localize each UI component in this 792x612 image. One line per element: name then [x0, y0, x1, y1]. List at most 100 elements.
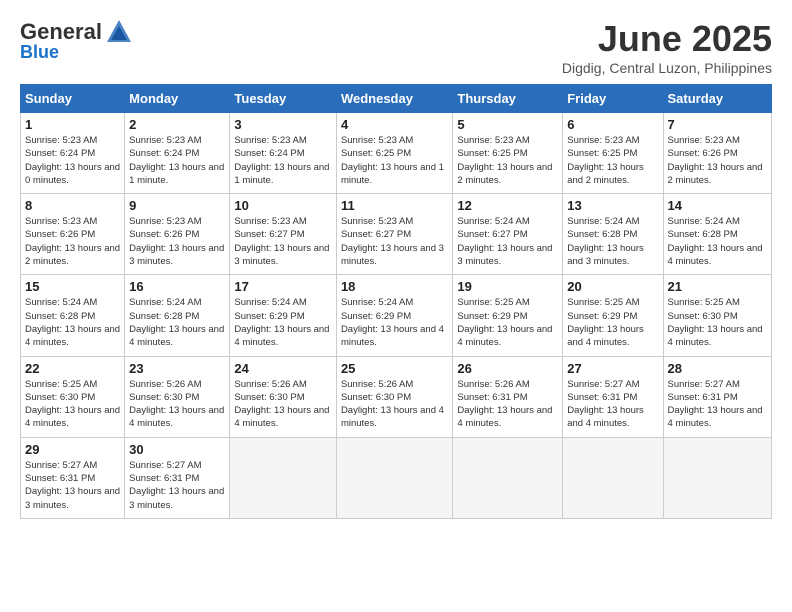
cell-info: Sunrise: 5:23 AM Sunset: 6:24 PM Dayligh…: [234, 135, 329, 186]
cell-date: 4: [341, 117, 448, 132]
cell-info: Sunrise: 5:24 AM Sunset: 6:29 PM Dayligh…: [341, 297, 444, 348]
cell-info: Sunrise: 5:27 AM Sunset: 6:31 PM Dayligh…: [129, 460, 224, 511]
cell-date: 11: [341, 198, 448, 213]
cell-info: Sunrise: 5:26 AM Sunset: 6:30 PM Dayligh…: [234, 379, 329, 430]
table-row: 26 Sunrise: 5:26 AM Sunset: 6:31 PM Dayl…: [453, 356, 563, 437]
table-row: 9 Sunrise: 5:23 AM Sunset: 6:26 PM Dayli…: [125, 194, 230, 275]
table-row: [563, 437, 663, 518]
table-row: 27 Sunrise: 5:27 AM Sunset: 6:31 PM Dayl…: [563, 356, 663, 437]
table-row: 3 Sunrise: 5:23 AM Sunset: 6:24 PM Dayli…: [230, 113, 337, 194]
table-row: 20 Sunrise: 5:25 AM Sunset: 6:29 PM Dayl…: [563, 275, 663, 356]
table-row: 10 Sunrise: 5:23 AM Sunset: 6:27 PM Dayl…: [230, 194, 337, 275]
cell-info: Sunrise: 5:26 AM Sunset: 6:30 PM Dayligh…: [341, 379, 444, 430]
cell-info: Sunrise: 5:23 AM Sunset: 6:25 PM Dayligh…: [341, 135, 444, 186]
table-row: 17 Sunrise: 5:24 AM Sunset: 6:29 PM Dayl…: [230, 275, 337, 356]
cell-date: 18: [341, 279, 448, 294]
cell-info: Sunrise: 5:23 AM Sunset: 6:27 PM Dayligh…: [234, 216, 329, 267]
cell-date: 1: [25, 117, 120, 132]
logo-blue-text: Blue: [20, 42, 59, 63]
cell-date: 20: [567, 279, 658, 294]
cell-info: Sunrise: 5:23 AM Sunset: 6:26 PM Dayligh…: [25, 216, 120, 267]
cell-info: Sunrise: 5:26 AM Sunset: 6:30 PM Dayligh…: [129, 379, 224, 430]
cell-date: 16: [129, 279, 225, 294]
cell-date: 10: [234, 198, 332, 213]
cell-date: 19: [457, 279, 558, 294]
table-row: 15 Sunrise: 5:24 AM Sunset: 6:28 PM Dayl…: [21, 275, 125, 356]
cell-date: 27: [567, 361, 658, 376]
cell-date: 24: [234, 361, 332, 376]
cell-date: 23: [129, 361, 225, 376]
cell-info: Sunrise: 5:24 AM Sunset: 6:28 PM Dayligh…: [668, 216, 763, 267]
table-row: 29 Sunrise: 5:27 AM Sunset: 6:31 PM Dayl…: [21, 437, 125, 518]
cell-info: Sunrise: 5:25 AM Sunset: 6:30 PM Dayligh…: [25, 379, 120, 430]
cell-info: Sunrise: 5:24 AM Sunset: 6:28 PM Dayligh…: [567, 216, 644, 267]
col-thursday: Thursday: [453, 85, 563, 113]
table-row: 25 Sunrise: 5:26 AM Sunset: 6:30 PM Dayl…: [336, 356, 452, 437]
col-tuesday: Tuesday: [230, 85, 337, 113]
cell-info: Sunrise: 5:25 AM Sunset: 6:29 PM Dayligh…: [567, 297, 644, 348]
cell-date: 13: [567, 198, 658, 213]
cell-info: Sunrise: 5:26 AM Sunset: 6:31 PM Dayligh…: [457, 379, 552, 430]
table-row: 18 Sunrise: 5:24 AM Sunset: 6:29 PM Dayl…: [336, 275, 452, 356]
cell-date: 17: [234, 279, 332, 294]
cell-date: 26: [457, 361, 558, 376]
cell-date: 3: [234, 117, 332, 132]
table-row: 4 Sunrise: 5:23 AM Sunset: 6:25 PM Dayli…: [336, 113, 452, 194]
table-row: 23 Sunrise: 5:26 AM Sunset: 6:30 PM Dayl…: [125, 356, 230, 437]
col-monday: Monday: [125, 85, 230, 113]
calendar-week-row: 29 Sunrise: 5:27 AM Sunset: 6:31 PM Dayl…: [21, 437, 772, 518]
table-row: 19 Sunrise: 5:25 AM Sunset: 6:29 PM Dayl…: [453, 275, 563, 356]
cell-info: Sunrise: 5:24 AM Sunset: 6:29 PM Dayligh…: [234, 297, 329, 348]
cell-date: 9: [129, 198, 225, 213]
calendar-week-row: 22 Sunrise: 5:25 AM Sunset: 6:30 PM Dayl…: [21, 356, 772, 437]
table-row: 2 Sunrise: 5:23 AM Sunset: 6:24 PM Dayli…: [125, 113, 230, 194]
location-subtitle: Digdig, Central Luzon, Philippines: [562, 60, 772, 76]
table-row: 16 Sunrise: 5:24 AM Sunset: 6:28 PM Dayl…: [125, 275, 230, 356]
col-sunday: Sunday: [21, 85, 125, 113]
table-row: 24 Sunrise: 5:26 AM Sunset: 6:30 PM Dayl…: [230, 356, 337, 437]
cell-info: Sunrise: 5:24 AM Sunset: 6:27 PM Dayligh…: [457, 216, 552, 267]
col-friday: Friday: [563, 85, 663, 113]
cell-date: 8: [25, 198, 120, 213]
header: General Blue June 2025 Digdig, Central L…: [20, 18, 772, 76]
col-wednesday: Wednesday: [336, 85, 452, 113]
logo-area: General Blue: [20, 18, 133, 63]
table-row: 30 Sunrise: 5:27 AM Sunset: 6:31 PM Dayl…: [125, 437, 230, 518]
table-row: [336, 437, 452, 518]
cell-info: Sunrise: 5:24 AM Sunset: 6:28 PM Dayligh…: [129, 297, 224, 348]
cell-info: Sunrise: 5:23 AM Sunset: 6:26 PM Dayligh…: [668, 135, 763, 186]
cell-info: Sunrise: 5:25 AM Sunset: 6:30 PM Dayligh…: [668, 297, 763, 348]
table-row: 5 Sunrise: 5:23 AM Sunset: 6:25 PM Dayli…: [453, 113, 563, 194]
table-row: [453, 437, 563, 518]
cell-info: Sunrise: 5:23 AM Sunset: 6:25 PM Dayligh…: [457, 135, 552, 186]
table-row: [230, 437, 337, 518]
cell-date: 12: [457, 198, 558, 213]
calendar-header-row: Sunday Monday Tuesday Wednesday Thursday…: [21, 85, 772, 113]
cell-date: 29: [25, 442, 120, 457]
cell-date: 5: [457, 117, 558, 132]
table-row: 11 Sunrise: 5:23 AM Sunset: 6:27 PM Dayl…: [336, 194, 452, 275]
cell-info: Sunrise: 5:23 AM Sunset: 6:24 PM Dayligh…: [25, 135, 120, 186]
cell-date: 21: [668, 279, 767, 294]
calendar: Sunday Monday Tuesday Wednesday Thursday…: [20, 84, 772, 519]
cell-date: 2: [129, 117, 225, 132]
cell-info: Sunrise: 5:24 AM Sunset: 6:28 PM Dayligh…: [25, 297, 120, 348]
calendar-week-row: 1 Sunrise: 5:23 AM Sunset: 6:24 PM Dayli…: [21, 113, 772, 194]
cell-info: Sunrise: 5:27 AM Sunset: 6:31 PM Dayligh…: [668, 379, 763, 430]
cell-info: Sunrise: 5:27 AM Sunset: 6:31 PM Dayligh…: [25, 460, 120, 511]
cell-info: Sunrise: 5:25 AM Sunset: 6:29 PM Dayligh…: [457, 297, 552, 348]
month-title: June 2025: [562, 18, 772, 60]
cell-info: Sunrise: 5:23 AM Sunset: 6:27 PM Dayligh…: [341, 216, 444, 267]
table-row: [663, 437, 771, 518]
table-row: 12 Sunrise: 5:24 AM Sunset: 6:27 PM Dayl…: [453, 194, 563, 275]
cell-date: 30: [129, 442, 225, 457]
cell-info: Sunrise: 5:23 AM Sunset: 6:26 PM Dayligh…: [129, 216, 224, 267]
title-area: June 2025 Digdig, Central Luzon, Philipp…: [562, 18, 772, 76]
cell-info: Sunrise: 5:27 AM Sunset: 6:31 PM Dayligh…: [567, 379, 644, 430]
page: General Blue June 2025 Digdig, Central L…: [0, 0, 792, 612]
cell-date: 15: [25, 279, 120, 294]
calendar-week-row: 8 Sunrise: 5:23 AM Sunset: 6:26 PM Dayli…: [21, 194, 772, 275]
table-row: 28 Sunrise: 5:27 AM Sunset: 6:31 PM Dayl…: [663, 356, 771, 437]
table-row: 14 Sunrise: 5:24 AM Sunset: 6:28 PM Dayl…: [663, 194, 771, 275]
cell-date: 28: [668, 361, 767, 376]
